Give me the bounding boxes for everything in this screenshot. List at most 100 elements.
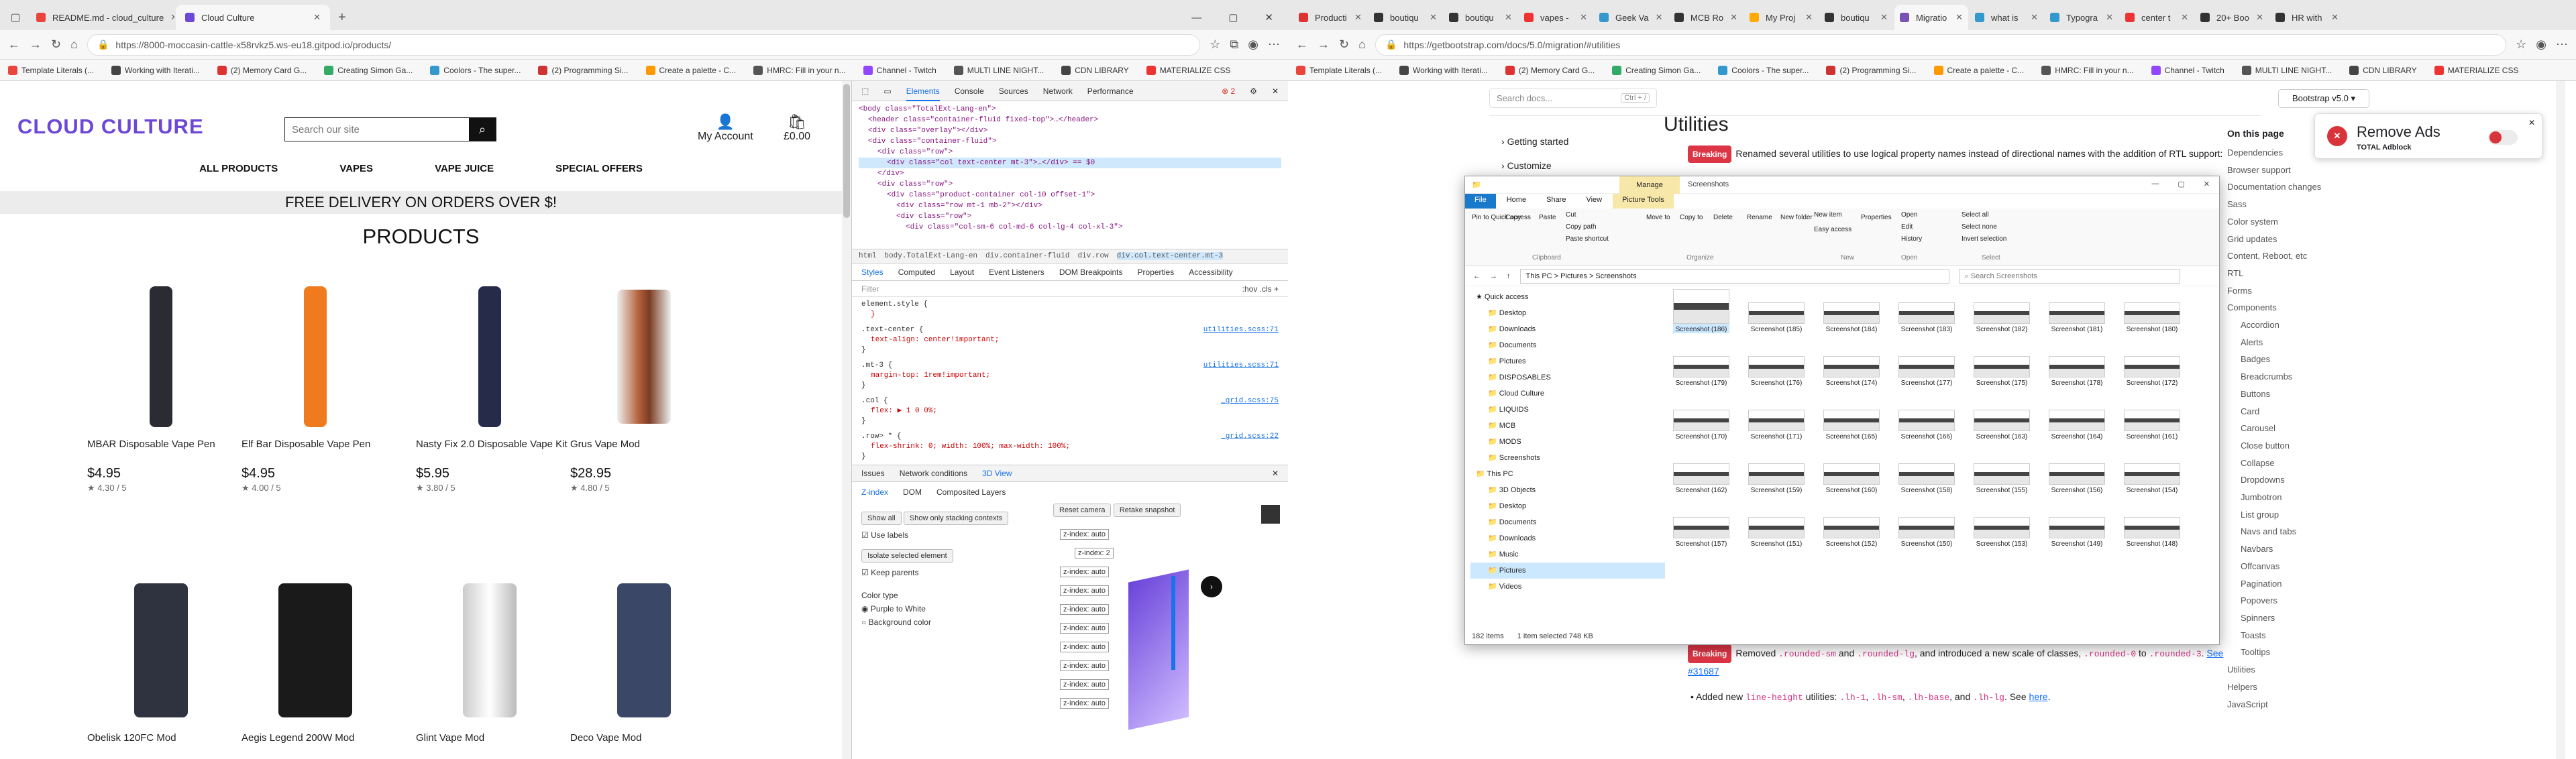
breadcrumb-item[interactable]: html — [859, 252, 876, 260]
bookmark-item[interactable]: Working with Iterati... — [111, 65, 200, 75]
sidebar-getting-started[interactable]: › Getting started — [1501, 129, 1568, 154]
nav-pane-item[interactable]: 📁 This PC — [1470, 466, 1665, 482]
ribbon-action[interactable]: Paste — [1539, 214, 1556, 221]
product-card[interactable]: Elf Bar Disposable Vape Pen $4.95 ★ 4.00 /… — [241, 280, 396, 493]
tab-issues[interactable]: Issues — [861, 469, 885, 478]
close-tab-icon[interactable]: ✕ — [2331, 12, 2339, 23]
ribbon-action[interactable]: Open — [1901, 211, 1917, 219]
file-thumbnail[interactable]: Screenshot (183) — [1898, 302, 1955, 333]
tab-9[interactable]: what is ✕ — [1970, 5, 2043, 30]
ribbon-action[interactable]: Move to — [1646, 214, 1670, 221]
close-tab-icon[interactable]: ✕ — [1505, 12, 1512, 23]
file-thumbnail[interactable]: Screenshot (172) — [2124, 356, 2180, 387]
breadcrumb-item[interactable]: div.col.text-center.mt-3 — [1116, 252, 1224, 260]
product-image[interactable] — [87, 573, 235, 727]
close-tab-icon[interactable]: ✕ — [1880, 12, 1888, 23]
styles-tab[interactable]: Layout — [950, 268, 974, 277]
search-input[interactable] — [285, 118, 469, 141]
nav-pane-item[interactable]: 📁 Desktop — [1470, 305, 1665, 321]
tab-console[interactable]: Console — [955, 86, 984, 96]
nav-pane-item[interactable]: ★ Quick access — [1470, 289, 1665, 305]
file-thumbnail[interactable]: Screenshot (171) — [1748, 410, 1805, 441]
minimize-icon[interactable]: — — [1191, 12, 1201, 23]
css-source-link[interactable]: utilities.scss:71 — [1203, 325, 1279, 335]
dom-node[interactable]: <div class="row"> — [859, 147, 1281, 158]
reset-camera-button[interactable]: Reset camera — [1053, 504, 1112, 517]
css-declaration[interactable]: flex-shrink: 0; width: 100%; max-width: … — [861, 442, 1279, 452]
product-image[interactable] — [416, 280, 564, 434]
tab-actions-icon[interactable]: ▢ — [5, 5, 25, 30]
nav-pane-item[interactable]: 📁 Cloud Culture — [1470, 386, 1665, 402]
tab-z-index[interactable]: Z-index — [861, 487, 888, 497]
styles-tab[interactable]: Properties — [1138, 268, 1175, 277]
product-card[interactable]: Glint Vape Mod — [416, 573, 570, 745]
nav-pane-item[interactable]: 📁 Videos — [1470, 579, 1665, 595]
file-thumbnail[interactable]: Screenshot (151) — [1748, 517, 1805, 548]
tab-readme[interactable]: README.md - cloud_culture ✕ — [27, 5, 174, 30]
file-thumbnail[interactable]: Screenshot (186) — [1673, 289, 1729, 333]
product-name[interactable]: Grus Vape Mod — [570, 438, 724, 451]
file-thumbnail[interactable]: Screenshot (175) — [1974, 356, 2030, 387]
toc-link[interactable]: Components — [2207, 299, 2375, 316]
bookmark-item[interactable]: Template Literals (... — [1296, 65, 1382, 75]
file-thumbnail[interactable]: Screenshot (177) — [1898, 356, 1955, 387]
file-thumbnail[interactable]: Screenshot (152) — [1823, 517, 1880, 548]
product-name[interactable]: Obelisk 120FC Mod — [87, 732, 241, 745]
adblock-toggle[interactable] — [2488, 130, 2518, 145]
toc-link[interactable]: Color system — [2207, 213, 2375, 231]
product-card[interactable]: Aegis Legend 200W Mod — [241, 573, 396, 745]
tab-network[interactable]: Network — [1043, 86, 1073, 96]
css-source-link[interactable]: _grid.scss:75 — [1221, 396, 1279, 406]
close-tab-icon[interactable]: ✕ — [2181, 12, 2188, 23]
bookmark-item[interactable]: (2) Programming Si... — [1826, 65, 1917, 75]
close-tab-icon[interactable]: ✕ — [1580, 12, 1587, 23]
ribbon-action[interactable]: Pin to Quick access — [1472, 214, 1531, 221]
page-scrollbar[interactable] — [842, 81, 851, 759]
product-name[interactable]: Aegis Legend 200W Mod — [241, 732, 396, 745]
ribbon-tab[interactable]: Picture Tools — [1613, 194, 1674, 209]
toc-link[interactable]: Documentation changes — [2207, 178, 2375, 196]
file-thumbnail[interactable]: Screenshot (176) — [1748, 356, 1805, 387]
zoom-slider[interactable] — [1171, 576, 1175, 670]
bookmark-item[interactable]: Coolors - The super... — [430, 65, 521, 75]
bookmark-item[interactable]: (2) Programming Si... — [538, 65, 629, 75]
tab-6[interactable]: My Proj ✕ — [1744, 5, 1818, 30]
ribbon-tab[interactable]: Home — [1497, 194, 1536, 209]
styles-tab[interactable]: Event Listeners — [989, 268, 1044, 277]
file-thumbnail[interactable]: Screenshot (148) — [2124, 517, 2180, 548]
nav-pane-item[interactable]: 📁 Pictures — [1470, 563, 1665, 579]
toc-link[interactable]: Collapse — [2207, 455, 2375, 472]
file-thumbnail[interactable]: Screenshot (163) — [1974, 410, 2030, 441]
dom-node[interactable]: <div class="row"> — [859, 211, 1281, 222]
css-declaration[interactable]: flex: ▶ 1 0 0%; — [861, 406, 1279, 416]
tab-12[interactable]: 20+ Boo ✕ — [2195, 5, 2269, 30]
tab-elements[interactable]: Elements — [906, 86, 940, 101]
file-thumbnail[interactable]: Screenshot (181) — [2049, 302, 2105, 333]
ribbon-action[interactable]: Invert selection — [1962, 235, 2006, 243]
ribbon-tab[interactable]: View — [1576, 194, 1611, 209]
tab-3d-view[interactable]: 3D View — [982, 469, 1012, 478]
nav-pane-item[interactable]: 📁 Downloads — [1470, 530, 1665, 546]
explorer-path[interactable]: This PC > Pictures > Screenshots — [1519, 268, 1949, 284]
tab-7[interactable]: boutiqu ✕ — [1819, 5, 1893, 30]
forward-icon[interactable]: → — [30, 38, 42, 52]
toc-link[interactable]: Dropdowns — [2207, 471, 2375, 489]
device-icon[interactable]: ▭ — [883, 86, 891, 96]
toc-link[interactable]: Buttons — [2207, 386, 2375, 403]
search-icon[interactable]: ⌕ — [469, 118, 496, 141]
show-all-button[interactable]: Show all — [861, 512, 902, 525]
file-thumbnail[interactable]: Screenshot (184) — [1823, 302, 1880, 333]
tab-network-conditions[interactable]: Network conditions — [900, 469, 967, 478]
file-thumbnail[interactable]: Screenshot (161) — [2124, 410, 2180, 441]
toc-link[interactable]: RTL — [2207, 265, 2375, 282]
bookmark-item[interactable]: HMRC: Fill in your n... — [753, 65, 846, 75]
bookmark-item[interactable]: (2) Memory Card G... — [1505, 65, 1595, 75]
file-thumbnail[interactable]: Screenshot (180) — [2124, 302, 2180, 333]
css-source-link[interactable]: utilities.scss:71 — [1203, 361, 1279, 371]
version-dropdown[interactable]: Bootstrap v5.0 ▾ — [2278, 89, 2369, 108]
profile-icon[interactable]: ◉ — [2536, 38, 2546, 52]
bookmark-item[interactable]: Working with Iterati... — [1399, 65, 1488, 75]
nav-pane-item[interactable]: 📁 Music — [1470, 546, 1665, 563]
ribbon-action[interactable]: Select all — [1962, 211, 1989, 219]
dom-node[interactable]: <div class="overlay"></div> — [859, 125, 1281, 136]
